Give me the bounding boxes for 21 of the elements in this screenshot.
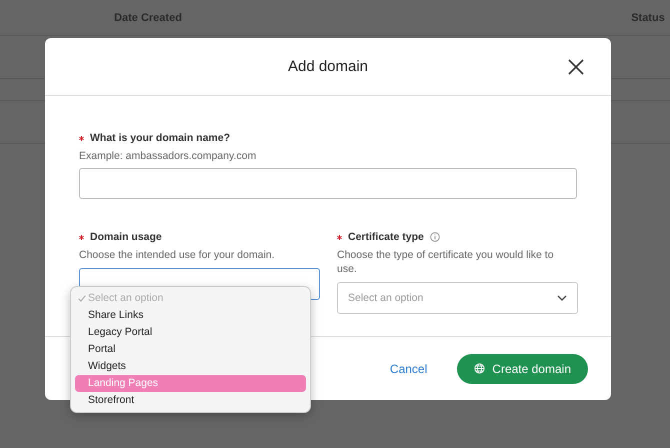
field-hint: Example: ambassadors.company.com <box>79 149 258 163</box>
dropdown-option[interactable]: Legacy Portal <box>75 324 306 341</box>
dialog-title: Add domain <box>288 58 368 75</box>
close-icon[interactable] <box>567 58 585 76</box>
dropdown-option[interactable]: Portal <box>75 341 306 358</box>
field-hint: Choose the intended use for your domain. <box>79 248 276 262</box>
field-label: What is your domain name? <box>90 132 230 144</box>
info-icon[interactable] <box>430 232 440 242</box>
dropdown-option[interactable]: Share Links <box>75 307 306 324</box>
field-label: Domain usage <box>90 231 162 243</box>
cancel-button[interactable]: Cancel <box>390 362 428 376</box>
dropdown-option[interactable]: Widgets <box>75 358 306 375</box>
field-hint: Choose the type of certificate you would like to use. <box>337 248 555 276</box>
column-header: Date Created <box>113 12 183 24</box>
field-label: Certificate type <box>348 231 424 243</box>
domain-name-input[interactable] <box>79 168 577 199</box>
chevron-down-icon <box>557 295 567 301</box>
column-header: Status <box>630 12 666 24</box>
globe-icon <box>474 363 486 374</box>
create-domain-button[interactable]: Create domain <box>457 354 588 384</box>
dropdown-option[interactable]: Storefront <box>75 392 306 409</box>
